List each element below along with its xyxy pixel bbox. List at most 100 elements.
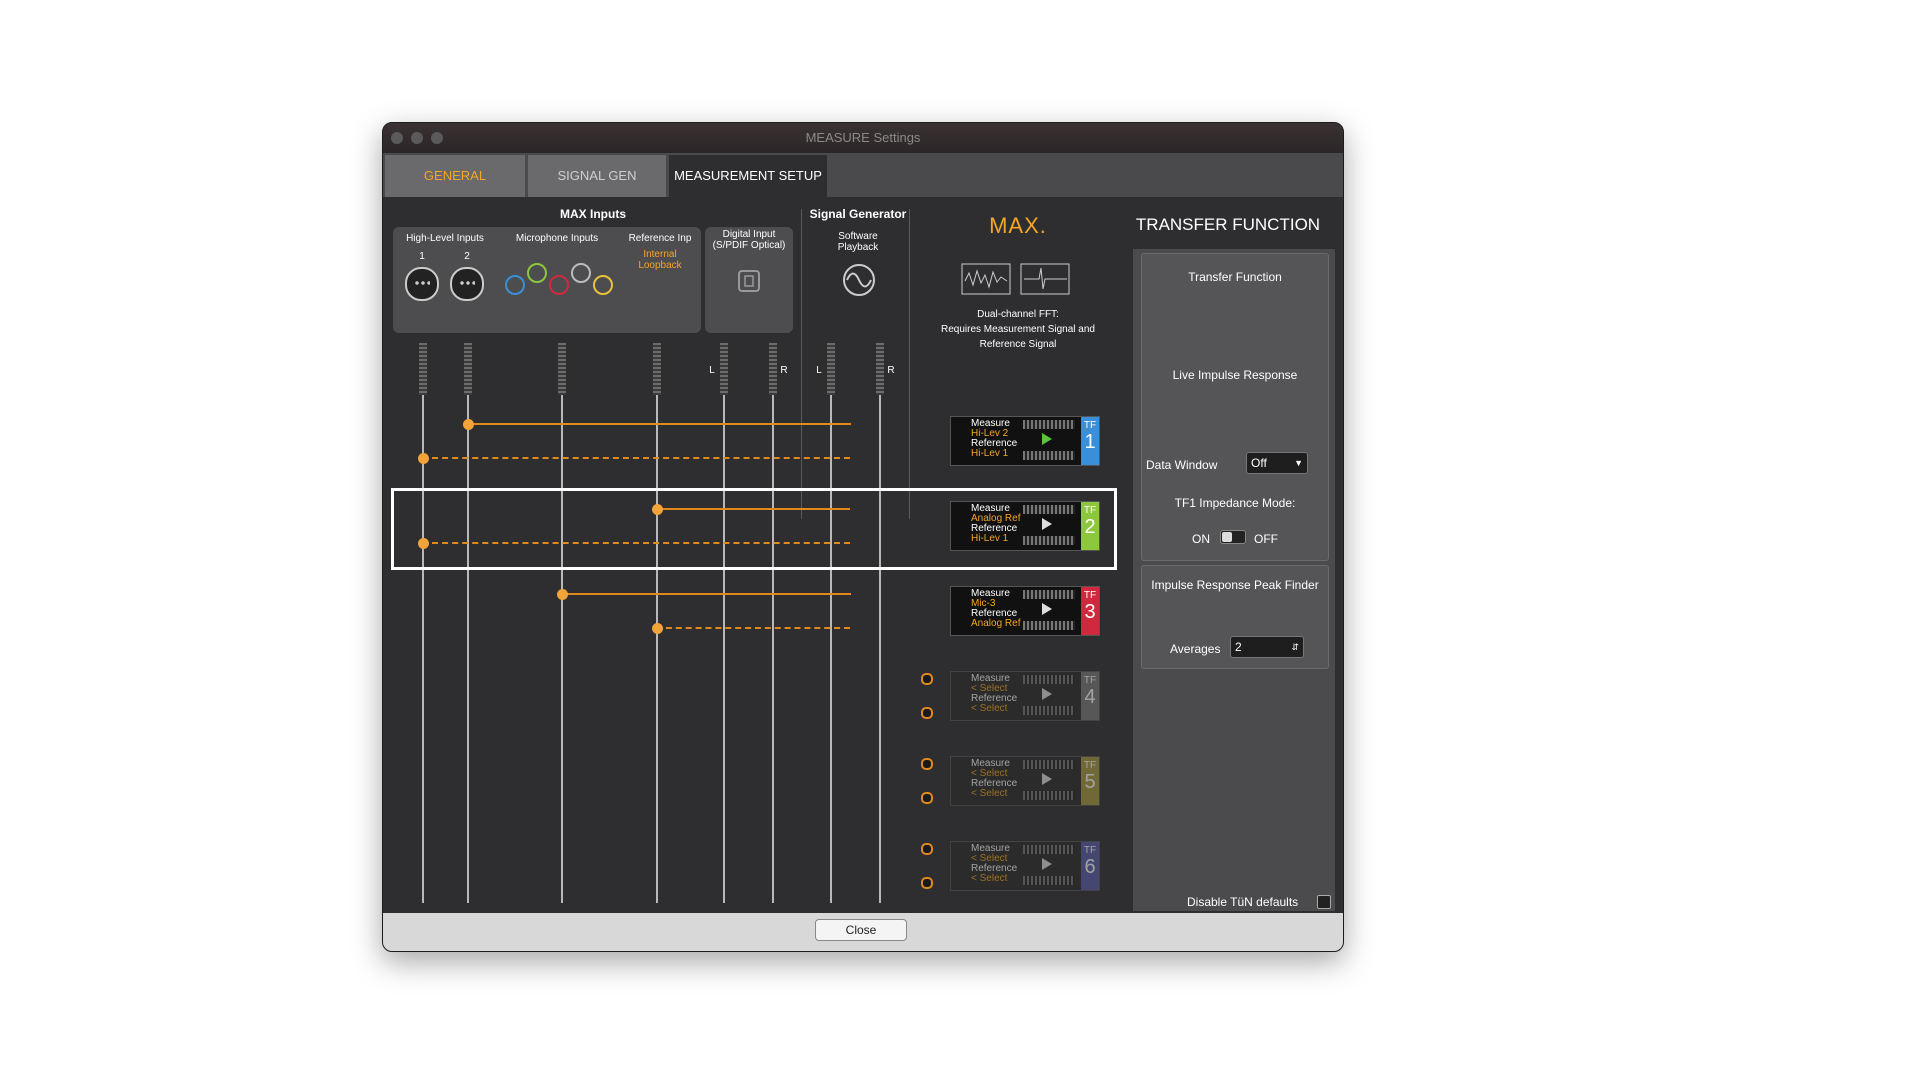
tab-measurement-setup[interactable]: MEASUREMENT SETUP (669, 155, 827, 197)
impedance-off-label: OFF (1254, 532, 1278, 546)
digital-input-label: Digital Input (S/PDIF Optical) (712, 229, 786, 251)
route-node[interactable] (418, 453, 429, 464)
transfer-function-panel: Transfer Function Live Impulse Response … (1133, 249, 1335, 911)
peak-finder-box: Impulse Response Peak Finder Averages 2 … (1141, 565, 1329, 669)
tf-reference-source[interactable]: < Select (971, 874, 1007, 884)
digital-l-label: L (709, 365, 715, 376)
tf-meter (1023, 621, 1075, 630)
tf-badge-4: TF 4 (1081, 672, 1099, 720)
route-node[interactable] (463, 419, 474, 430)
signal-line (879, 395, 881, 903)
reference-inputs-label: Reference Inp (628, 233, 692, 244)
signal-generator-heading: Signal Generator (809, 207, 907, 221)
tf-reference-source[interactable]: < Select (971, 789, 1007, 799)
tf-meter (1023, 760, 1075, 769)
fft-note: Dual-channel FFT: Requires Measurement S… (941, 309, 1095, 350)
impedance-mode-toggle[interactable] (1220, 530, 1246, 544)
meter-gen-r (876, 343, 884, 395)
divider (801, 209, 802, 519)
tab-general[interactable]: GENERAL (385, 155, 525, 197)
high-level-2-label: 2 (464, 251, 470, 262)
tf-meter (1023, 590, 1075, 599)
microphone-connectors-icon[interactable] (501, 257, 621, 307)
tf-box-1[interactable]: Measure Hi-Lev 2 Reference Hi-Lev 1 TF 1 (950, 416, 1100, 466)
tf-box-4[interactable]: Measure < Select Reference < Select TF 4 (950, 671, 1100, 721)
tf-box-3[interactable]: Measure Mic-3 Reference Analog Ref TF 3 (950, 586, 1100, 636)
footer-bar: Close (383, 913, 1343, 951)
tf-meter (1023, 536, 1075, 545)
tf-badge-1: TF 1 (1081, 417, 1099, 465)
impedance-mode-label: TF1 Impedance Mode: (1174, 496, 1296, 510)
signal-line (467, 395, 469, 903)
tf-badge-2: TF 2 (1081, 502, 1099, 550)
route-tf1-reference (422, 457, 850, 459)
tf-box-2[interactable]: Measure Analog Ref Reference Hi-Lev 1 TF… (950, 501, 1100, 551)
meter-hi-lev-2 (464, 343, 472, 395)
signal-line (656, 395, 658, 903)
data-window-select[interactable]: Off ▼ (1246, 452, 1308, 474)
disable-defaults-checkbox[interactable] (1317, 895, 1331, 909)
route-tf1-measure (467, 423, 851, 425)
route-node[interactable] (418, 538, 429, 549)
digital-r-label: R (780, 365, 788, 376)
unassigned-node[interactable] (921, 673, 933, 685)
route-node[interactable] (652, 504, 663, 515)
signal-line (772, 395, 774, 903)
tf-meter (1023, 505, 1075, 514)
close-button[interactable]: Close (815, 919, 907, 941)
tf-meter (1023, 876, 1075, 885)
play-icon[interactable] (1042, 433, 1052, 445)
stepper-arrows-icon[interactable]: ⇵ (1291, 637, 1299, 657)
sine-wave-icon[interactable] (839, 263, 879, 297)
close-window-icon[interactable] (391, 132, 403, 144)
optical-port-icon[interactable] (737, 269, 761, 293)
tf-box-5[interactable]: Measure < Select Reference < Select TF 5 (950, 756, 1100, 806)
play-icon[interactable] (1042, 688, 1052, 700)
route-node[interactable] (652, 623, 663, 634)
route-tf2-measure (656, 508, 850, 510)
averages-label: Averages (1170, 642, 1221, 656)
tf-badge-6: TF 6 (1081, 842, 1099, 890)
play-icon[interactable] (1042, 773, 1052, 785)
minimize-window-icon[interactable] (411, 132, 423, 144)
impedance-on-label: ON (1192, 532, 1210, 546)
meter-reference (653, 343, 661, 395)
route-node[interactable] (557, 589, 568, 600)
tf-reference-source[interactable]: Analog Ref (971, 619, 1020, 629)
fft-graphs-icon (961, 263, 1070, 295)
microphone-inputs-label: Microphone Inputs (515, 233, 599, 244)
route-tf2-reference (422, 542, 850, 544)
xlr-input-2-icon[interactable] (450, 267, 484, 301)
signal-line (723, 395, 725, 903)
gen-r-label: R (887, 365, 895, 376)
tf-reference-source[interactable]: < Select (971, 704, 1007, 714)
signal-line (422, 395, 424, 903)
unassigned-node[interactable] (921, 707, 933, 719)
meter-gen-l (827, 343, 835, 395)
tf-badge-3: TF 3 (1081, 587, 1099, 635)
software-playback-label: Software Playback (837, 231, 879, 253)
window-title: MEASURE Settings (805, 130, 921, 145)
tf-reference-source[interactable]: Hi-Lev 1 (971, 534, 1008, 544)
unassigned-node[interactable] (921, 758, 933, 770)
gen-l-label: L (816, 365, 822, 376)
route-tf3-reference (656, 627, 850, 629)
play-icon[interactable] (1042, 858, 1052, 870)
zoom-window-icon[interactable] (431, 132, 443, 144)
tab-signal-gen[interactable]: SIGNAL GEN (528, 155, 666, 197)
route-tf3-measure (561, 593, 851, 595)
play-icon[interactable] (1042, 518, 1052, 530)
xlr-input-1-icon[interactable] (405, 267, 439, 301)
disable-defaults-label: Disable TüN defaults (1187, 895, 1299, 909)
tf-box-6[interactable]: Measure < Select Reference < Select TF 6 (950, 841, 1100, 891)
chevron-down-icon: ▼ (1294, 458, 1303, 468)
transfer-function-box: Transfer Function Live Impulse Response … (1141, 253, 1329, 561)
data-window-label: Data Window (1146, 458, 1218, 472)
unassigned-node[interactable] (921, 877, 933, 889)
tf-reference-source[interactable]: Hi-Lev 1 (971, 449, 1008, 459)
play-icon[interactable] (1042, 603, 1052, 615)
unassigned-node[interactable] (921, 843, 933, 855)
signal-line (561, 395, 563, 903)
unassigned-node[interactable] (921, 792, 933, 804)
averages-stepper[interactable]: 2 ⇵ (1230, 636, 1304, 658)
